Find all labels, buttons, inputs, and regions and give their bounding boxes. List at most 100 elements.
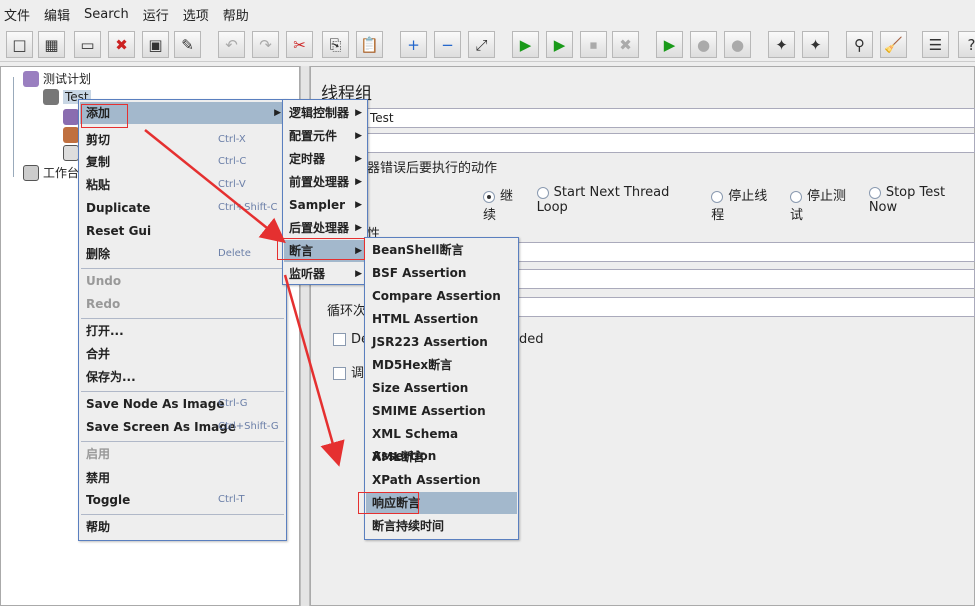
close-button[interactable]: ✖	[108, 31, 135, 58]
assertion-submenu-item[interactable]: SMIME Assertion	[366, 400, 517, 422]
tree-node-listener[interactable]	[63, 145, 79, 161]
start-no-pause-icon: ▶	[553, 35, 566, 54]
save-as-button[interactable]: ✎	[174, 31, 201, 58]
submenu-arrow-icon: ▶	[274, 108, 281, 118]
menu-run[interactable]: 运行	[143, 5, 169, 24]
assertion-submenu-item[interactable]: Compare Assertion	[366, 285, 517, 307]
start-button[interactable]: ▶	[512, 31, 539, 58]
add-submenu-item[interactable]: 定时器 ▶	[284, 148, 366, 170]
remote-stop-button[interactable]: ●	[690, 31, 717, 58]
assertion-submenu-item[interactable]: Size Assertion	[366, 377, 517, 399]
menu-separator	[81, 514, 284, 515]
submenu-arrow-icon: ▶	[355, 200, 362, 210]
tree-node-test-plan[interactable]: 测试计划	[23, 70, 91, 87]
remote-start-button[interactable]: ▶	[656, 31, 683, 58]
radio-stop-thread[interactable]: 停止线程	[711, 185, 778, 223]
open-button[interactable]: ▭	[74, 31, 101, 58]
assertion-submenu-item[interactable]: BSF Assertion	[366, 262, 517, 284]
context-menu-item[interactable]: Save Node As Image Ctrl-G	[80, 393, 285, 415]
tree-node-sampler[interactable]	[63, 109, 79, 125]
assertion-submenu-item[interactable]: XPath Assertion	[366, 469, 517, 491]
redo-button[interactable]: ↷	[252, 31, 279, 58]
function-helper-button[interactable]: ☰	[922, 31, 949, 58]
assertion-submenu-item[interactable]: BeanShell断言	[366, 239, 517, 261]
clear-button[interactable]: ✦	[768, 31, 795, 58]
menu-options[interactable]: 选项	[183, 5, 209, 24]
cut-icon: ✂	[293, 35, 306, 54]
add-submenu-item[interactable]: 配置元件 ▶	[284, 125, 366, 147]
shutdown-button[interactable]: ✖	[612, 31, 639, 58]
radio-start-next-loop[interactable]: Start Next Thread Loop	[536, 185, 700, 223]
cut-button[interactable]: ✂	[286, 31, 313, 58]
radio-continue[interactable]: 继续	[483, 185, 525, 223]
context-menu-item[interactable]: 帮助	[80, 516, 285, 538]
name-field[interactable]: Test	[365, 108, 975, 128]
submenu-arrow-icon: ▶	[355, 108, 362, 118]
tree-node-config[interactable]	[63, 127, 79, 143]
undo-button[interactable]: ↶	[218, 31, 245, 58]
menu-help[interactable]: 帮助	[223, 5, 249, 24]
menu-file[interactable]: 文件	[4, 5, 30, 24]
tree-node-workbench[interactable]: 工作台	[23, 164, 79, 181]
submenu-arrow-icon: ▶	[355, 177, 362, 187]
help-icon: ?	[967, 35, 975, 54]
toggle-button[interactable]: ⤢	[468, 31, 495, 58]
toolbar: □ ▦ ▭ ✖ ▣ ✎ ↶ ↷ ✂ ⎘ 📋 + − ⤢ ▶ ▶ ⏹ ✖ ▶ ● ● ✦ ✦ ⚲ 🧹 ☰?	[0, 28, 975, 62]
expand-button[interactable]: +	[400, 31, 427, 58]
stop-button[interactable]: ⏹	[580, 31, 607, 58]
search-button[interactable]: ⚲	[846, 31, 873, 58]
remote-exit-icon: ●	[730, 35, 745, 54]
clear-all-button[interactable]: ✦	[802, 31, 829, 58]
assertion-submenu-item[interactable]: XML Schema Assertion	[366, 423, 517, 463]
radio-stop-test[interactable]: 停止测试	[790, 185, 857, 223]
context-menu-item[interactable]: Reset Gui	[80, 220, 285, 242]
context-menu-item: 启用	[86, 447, 111, 461]
paste-button[interactable]: 📋	[356, 31, 383, 58]
save-button[interactable]: ▣	[142, 31, 169, 58]
expand-icon: +	[407, 35, 420, 54]
assertion-submenu-item[interactable]: JSR223 Assertion	[366, 331, 517, 353]
templates-button[interactable]: ▦	[38, 31, 65, 58]
help-button[interactable]: ?	[958, 31, 975, 58]
collapse-button[interactable]: −	[434, 31, 461, 58]
menu-separator	[81, 268, 284, 269]
copy-button[interactable]: ⎘	[322, 31, 349, 58]
assertion-submenu-item[interactable]: HTML Assertion	[366, 308, 517, 330]
assertion-submenu-item[interactable]: XML断言	[366, 446, 517, 468]
context-menu-item[interactable]: Duplicate Ctrl+Shift-C	[80, 197, 285, 219]
clipboard-icon	[23, 164, 39, 181]
shortcut-label: Ctrl-V	[218, 179, 246, 190]
context-menu-item[interactable]: 合并	[80, 343, 285, 365]
scheduler-checkbox[interactable]: 调	[333, 362, 364, 381]
annotation-box-assertion	[277, 238, 365, 260]
add-submenu-item[interactable]: 监听器 ▶	[284, 263, 366, 285]
radio-stop-test-now[interactable]: Stop Test Now	[868, 185, 974, 223]
assertion-submenu-item[interactable]: 断言持续时间	[366, 515, 517, 537]
context-menu-item[interactable]: 复制 Ctrl-C	[80, 151, 285, 173]
add-submenu-item[interactable]: 前置处理器 ▶	[284, 171, 366, 193]
start-no-pause-button[interactable]: ▶	[546, 31, 573, 58]
context-menu-item[interactable]: 删除 Delete	[80, 243, 285, 265]
error-action-radios: 继续 Start Next Thread Loop 停止线程 停止测试 Stop…	[483, 185, 974, 223]
context-menu-item: Redo	[86, 297, 121, 311]
context-menu-item[interactable]: 打开...	[80, 320, 285, 342]
assertion-submenu-item[interactable]: MD5Hex断言	[366, 354, 517, 376]
templates-icon: ▦	[44, 35, 59, 54]
context-menu-item[interactable]: 粘贴 Ctrl-V	[80, 174, 285, 196]
remote-exit-button[interactable]: ●	[724, 31, 751, 58]
add-submenu-item[interactable]: 后置处理器 ▶	[284, 217, 366, 239]
context-menu-item[interactable]: Toggle Ctrl-T	[80, 489, 285, 511]
context-menu-item[interactable]: 剪切 Ctrl-X	[80, 129, 285, 151]
function-helper-icon: ☰	[928, 35, 943, 54]
menu-search[interactable]: Search	[84, 7, 129, 22]
reset-search-button[interactable]: 🧹	[880, 31, 907, 58]
context-menu-item[interactable]: 保存为...	[80, 366, 285, 388]
menu-edit[interactable]: 编辑	[44, 5, 70, 24]
comments-field[interactable]	[365, 133, 975, 153]
new-button[interactable]: □	[6, 31, 33, 58]
add-submenu-item[interactable]: 逻辑控制器 ▶	[284, 102, 366, 124]
menu-separator	[81, 391, 284, 392]
context-menu-item[interactable]: 禁用	[80, 467, 285, 489]
add-submenu-item[interactable]: Sampler ▶	[284, 194, 366, 216]
context-menu-item[interactable]: Save Screen As Image Ctrl+Shift-G	[80, 416, 285, 438]
